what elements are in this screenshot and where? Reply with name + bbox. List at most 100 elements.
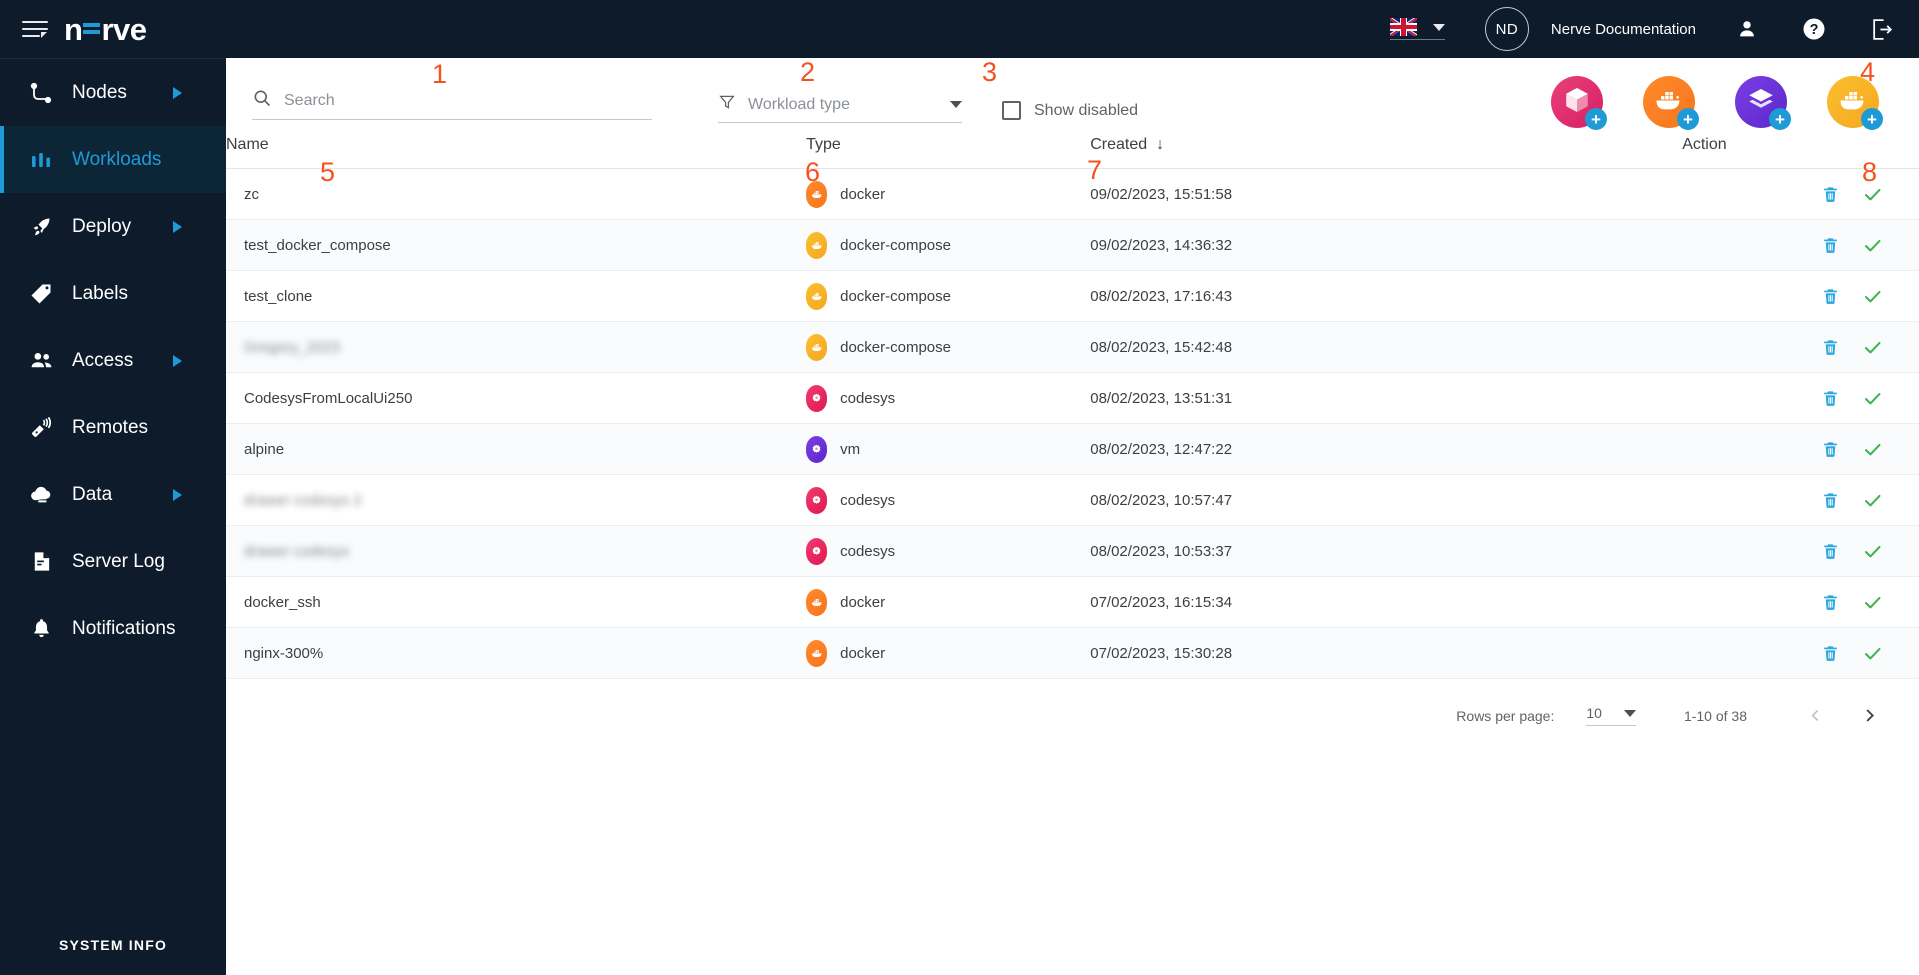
bell-icon	[26, 617, 56, 640]
add-vm-workload-button[interactable]: +	[1735, 76, 1791, 130]
logout-icon[interactable]	[1870, 17, 1895, 42]
cell-type: docker	[806, 168, 1091, 220]
cell-name[interactable]: nginx-300%	[226, 627, 807, 679]
workload-created-timestamp: 08/02/2023, 12:47:22	[1090, 440, 1233, 458]
table-row[interactable]: CodesysFromLocalUi250 codesys 08/02/2023, …	[226, 372, 1919, 424]
workload-type-icon	[806, 588, 828, 616]
cell-name[interactable]: Gregory_2023	[226, 321, 807, 373]
avatar-initials: ND	[1495, 20, 1519, 38]
sidebar-item-remotes[interactable]: Remotes	[0, 394, 226, 461]
workload-type-label: codesys	[840, 389, 896, 407]
delete-workload-icon[interactable]	[1821, 338, 1840, 357]
sidebar-item-label: Access	[72, 349, 134, 371]
delete-workload-icon[interactable]	[1821, 185, 1840, 204]
table-row[interactable]: docker_ssh docker 07/02/2023, 16:15:34	[226, 576, 1919, 628]
sidebar-item-nodes[interactable]: Nodes	[0, 59, 226, 126]
user-name-label: Nerve Documentation	[1550, 20, 1696, 38]
delete-workload-icon[interactable]	[1821, 644, 1840, 663]
help-icon[interactable]: ?	[1802, 17, 1826, 41]
column-header-type[interactable]: Type	[806, 136, 1091, 169]
cell-name[interactable]: CodesysFromLocalUi250	[226, 372, 807, 424]
chevron-right-icon	[173, 488, 182, 501]
chevron-down-icon	[950, 101, 962, 108]
add-docker-workload-button[interactable]: +	[1643, 76, 1699, 130]
delete-workload-icon[interactable]	[1821, 389, 1840, 408]
cell-name[interactable]: drawer codesys 2	[226, 474, 807, 526]
workload-type-label: docker	[840, 593, 886, 611]
enable-workload-icon[interactable]	[1862, 388, 1883, 409]
enable-workload-icon[interactable]	[1862, 643, 1883, 664]
table-row[interactable]: drawer codesys 2 codesys 08/02/2023, 10:57…	[226, 474, 1919, 526]
enable-workload-icon[interactable]	[1862, 337, 1883, 358]
table-row[interactable]: Gregory_2023 docker-compose 08/02/2023, 15…	[226, 321, 1919, 373]
system-info-link[interactable]: SYSTEM INFO	[0, 937, 226, 953]
delete-workload-icon[interactable]	[1821, 236, 1840, 255]
previous-page-button[interactable]	[1807, 707, 1824, 724]
enable-workload-icon[interactable]	[1862, 592, 1883, 613]
table-body: zc docker 09/02/2023, 15:51:58 test_docker_…	[226, 168, 1919, 679]
cell-created: 07/02/2023, 15:30:28	[1090, 627, 1683, 679]
sidebar-item-data[interactable]: Data	[0, 461, 226, 528]
table-row[interactable]: test_clone docker-compose 08/02/2023, 17:1…	[226, 270, 1919, 322]
search-input[interactable]	[284, 91, 652, 110]
cell-name[interactable]: test_clone	[226, 270, 807, 322]
rows-per-page-label: Rows per page:	[1456, 707, 1555, 724]
delete-workload-icon[interactable]	[1821, 542, 1840, 561]
cell-action	[1682, 525, 1919, 577]
show-disabled-checkbox[interactable]: Show disabled	[1002, 101, 1138, 120]
delete-workload-icon[interactable]	[1821, 440, 1840, 459]
cell-created: 08/02/2023, 10:57:47	[1090, 474, 1683, 526]
language-selector[interactable]	[1389, 18, 1445, 40]
column-header-created[interactable]: Created ↓	[1090, 136, 1683, 169]
enable-workload-icon[interactable]	[1862, 439, 1883, 460]
sidebar-item-access[interactable]: Access	[0, 327, 226, 394]
table-row[interactable]: test_docker_compose docker-compose 09/02/2…	[226, 219, 1919, 271]
add-codesys-workload-button[interactable]: +	[1551, 76, 1607, 130]
workload-name: CodesysFromLocalUi250	[244, 389, 413, 407]
workload-type-icon	[806, 384, 828, 412]
sidebar-item-server-log[interactable]: Server Log	[0, 528, 226, 595]
cell-type: codesys	[806, 474, 1091, 526]
enable-workload-icon[interactable]	[1862, 184, 1883, 205]
workload-type-icon	[806, 333, 828, 361]
enable-workload-icon[interactable]	[1862, 490, 1883, 511]
enable-workload-icon[interactable]	[1862, 541, 1883, 562]
sidebar-item-workloads[interactable]: Workloads	[0, 126, 226, 193]
delete-workload-icon[interactable]	[1821, 593, 1840, 612]
table-row[interactable]: zc docker 09/02/2023, 15:51:58	[226, 168, 1919, 220]
workload-type-label: docker-compose	[840, 236, 951, 254]
enable-workload-icon[interactable]	[1862, 286, 1883, 307]
column-header-name[interactable]: Name	[226, 136, 807, 169]
avatar[interactable]: ND	[1484, 7, 1529, 51]
rows-per-page-select[interactable]: 10	[1586, 705, 1636, 726]
workload-name: Gregory_2023	[244, 338, 340, 356]
next-page-button[interactable]	[1860, 706, 1879, 725]
cell-name[interactable]: test_docker_compose	[226, 219, 807, 271]
chevron-down-icon	[1623, 709, 1636, 717]
cell-name[interactable]: docker_ssh	[226, 576, 807, 628]
cell-name[interactable]: drawer codesys	[226, 525, 807, 577]
sidebar-item-label: Data	[72, 483, 113, 505]
sidebar-item-deploy[interactable]: Deploy	[0, 193, 226, 260]
svg-text:?: ?	[1810, 22, 1819, 38]
table-row[interactable]: nginx-300% docker 07/02/2023, 15:30:28	[226, 627, 1919, 679]
table-row[interactable]: drawer codesys codesys 08/02/2023, 10:53:3…	[226, 525, 1919, 577]
document-icon	[26, 550, 56, 573]
sidebar-item-notifications[interactable]: Notifications	[0, 595, 226, 662]
cell-name[interactable]: zc	[226, 168, 807, 220]
workload-type-select[interactable]: Workload type	[718, 93, 962, 123]
person-icon[interactable]	[1736, 18, 1758, 40]
cell-type: docker	[806, 576, 1091, 628]
plus-badge-icon: +	[1861, 108, 1883, 130]
enable-workload-icon[interactable]	[1862, 235, 1883, 256]
sidebar-item-labels[interactable]: Labels	[0, 260, 226, 327]
hamburger-menu-icon[interactable]	[22, 18, 48, 40]
delete-workload-icon[interactable]	[1821, 287, 1840, 306]
table-row[interactable]: alpine vm 08/02/2023, 12:47:22	[226, 423, 1919, 475]
cell-name[interactable]: alpine	[226, 423, 807, 475]
workload-created-timestamp: 08/02/2023, 10:57:47	[1090, 491, 1233, 509]
cell-action	[1682, 627, 1919, 679]
delete-workload-icon[interactable]	[1821, 491, 1840, 510]
workload-created-timestamp: 08/02/2023, 15:42:48	[1090, 338, 1233, 356]
add-docker-compose-workload-button[interactable]: +	[1827, 76, 1883, 130]
